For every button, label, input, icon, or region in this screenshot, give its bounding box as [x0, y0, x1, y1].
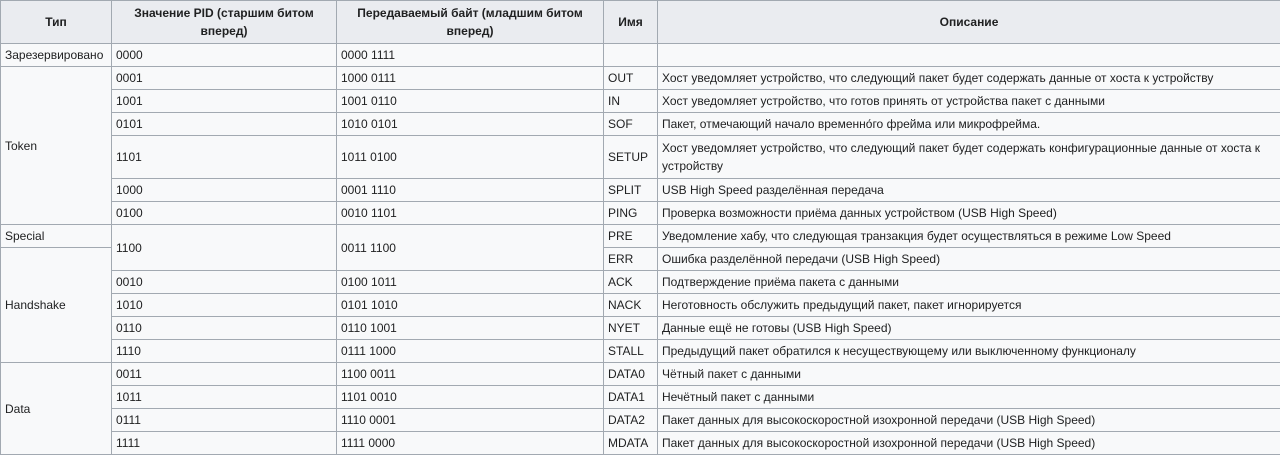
name-cell: SPLIT	[603, 178, 658, 202]
table-row: 1001 1001 0110 IN Хост уведомляет устрой…	[1, 89, 1280, 113]
name-cell: PING	[603, 201, 658, 225]
desc-cell: Нечётный пакет с данными	[657, 385, 1280, 409]
table-row: 1111 1111 0000 MDATA Пакет данных для вы…	[1, 431, 1280, 455]
pid-cell: 0000	[111, 43, 337, 67]
group-token: Token	[0, 66, 112, 225]
table-row: 1110 0111 1000 STALL Предыдущий пакет об…	[1, 339, 1280, 363]
name-cell: SETUP	[603, 135, 658, 179]
table-row: 1011 1101 0010 DATA1 Нечётный пакет с да…	[1, 385, 1280, 409]
table-row: Token 0001 1000 0111 OUT Хост уведомляет…	[0, 66, 1280, 225]
table-row: 1101 1011 0100 SETUP Хост уведомляет уст…	[1, 135, 1280, 179]
pid-cell: 0001	[111, 66, 337, 90]
table-row: Data 0011 1100 0011 DATA0 Чётный пакет с…	[0, 362, 1280, 455]
byte-cell: 0011 1100	[336, 224, 604, 271]
pid-cell: 0010	[111, 270, 337, 294]
pid-cell: 0100	[111, 201, 337, 225]
byte-cell: 0111 1000	[336, 339, 604, 363]
desc-cell: Ошибка разделённой передачи (USB High Sp…	[657, 247, 1280, 271]
pid-cell: 0101	[111, 112, 337, 136]
header-pid: Значение PID (старшим битом вперед)	[111, 0, 337, 44]
pid-table: Тип Значение PID (старшим битом вперед) …	[0, 0, 1280, 455]
table-row: 1000 0001 1110 SPLIT USB High Speed разд…	[1, 178, 1280, 202]
name-cell: NYET	[603, 316, 658, 340]
table-row: 0111 1110 0001 DATA2 Пакет данных для вы…	[1, 408, 1280, 432]
group-special: Special	[0, 224, 112, 248]
pid-cell: 1001	[111, 89, 337, 113]
pid-cell: 1111	[111, 431, 337, 455]
table-row: Special 1100 0011 1100 PRE Уведомление х…	[0, 224, 1280, 271]
desc-cell: Предыдущий пакет обратился к несуществую…	[657, 339, 1280, 363]
name-cell: DATA1	[603, 385, 658, 409]
name-cell: DATA2	[603, 408, 658, 432]
byte-cell: 0110 1001	[336, 316, 604, 340]
desc-cell: Пакет данных для высокоскоростной изохро…	[657, 408, 1280, 432]
byte-cell: 1011 0100	[336, 135, 604, 179]
desc-cell: Данные ещё не готовы (USB High Speed)	[657, 316, 1280, 340]
pid-cell: 1101	[111, 135, 337, 179]
pid-cell: 0111	[111, 408, 337, 432]
group-data: Data	[0, 362, 112, 455]
pid-cell: 1010	[111, 293, 337, 317]
name-cell: IN	[603, 89, 658, 113]
byte-cell: 1000 0111	[336, 66, 604, 90]
table-row: 0010 0100 1011 ACK Подтверждение приёма …	[1, 270, 1280, 294]
pid-cell: 0011	[111, 362, 337, 386]
name-cell: MDATA	[603, 431, 658, 455]
desc-cell: Неготовность обслужить предыдущий пакет,…	[657, 293, 1280, 317]
name-cell: DATA0	[603, 362, 658, 386]
name-cell: SOF	[603, 112, 658, 136]
desc-cell	[657, 43, 1280, 67]
header-row: Тип Значение PID (старшим битом вперед) …	[0, 0, 1280, 44]
pid-cell: 1011	[111, 385, 337, 409]
byte-cell: 0100 1011	[336, 270, 604, 294]
pid-cell: 1000	[111, 178, 337, 202]
name-cell: ERR	[603, 247, 658, 271]
name-cell: PRE	[603, 224, 658, 248]
pid-cell: 1110	[111, 339, 337, 363]
byte-cell: 1110 0001	[336, 408, 604, 432]
desc-cell: Подтверждение приёма пакета с данными	[657, 270, 1280, 294]
header-desc: Описание	[657, 0, 1280, 44]
desc-cell: Уведомление хабу, что следующая транзакц…	[657, 224, 1280, 248]
byte-cell: 1100 0011	[336, 362, 604, 386]
desc-cell: Пакет, отмечающий начало временно́го фре…	[657, 112, 1280, 136]
header-name: Имя	[603, 0, 658, 44]
name-cell: NACK	[603, 293, 658, 317]
table-row: 0100 0010 1101 PING Проверка возможности…	[1, 201, 1280, 225]
header-byte: Передаваемый байт (младшим битом вперед)	[336, 0, 604, 44]
desc-cell: USB High Speed разделённая передача	[657, 178, 1280, 202]
desc-cell: Чётный пакет с данными	[657, 362, 1280, 386]
byte-cell: 0101 1010	[336, 293, 604, 317]
byte-cell: 1010 0101	[336, 112, 604, 136]
desc-cell: Хост уведомляет устройство, что следующи…	[657, 66, 1280, 90]
byte-cell: 0010 1101	[336, 201, 604, 225]
byte-cell: 1001 0110	[336, 89, 604, 113]
name-cell: ACK	[603, 270, 658, 294]
byte-cell: 0001 1110	[336, 178, 604, 202]
table-row: 0101 1010 0101 SOF Пакет, отмечающий нач…	[1, 112, 1280, 136]
name-cell: STALL	[603, 339, 658, 363]
pid-cell: 0110	[111, 316, 337, 340]
desc-cell: Хост уведомляет устройство, что следующи…	[657, 135, 1280, 179]
byte-cell: 1111 0000	[336, 431, 604, 455]
pid-cell: 1100	[111, 224, 337, 271]
desc-cell: Проверка возможности приёма данных устро…	[657, 201, 1280, 225]
group-handshake: Handshake	[0, 247, 112, 363]
table-row: 1010 0101 1010 NACK Неготовность обслужи…	[1, 293, 1280, 317]
byte-cell: 1101 0010	[336, 385, 604, 409]
table-row: 0110 0110 1001 NYET Данные ещё не готовы…	[1, 316, 1280, 340]
desc-cell: Хост уведомляет устройство, что готов пр…	[657, 89, 1280, 113]
desc-cell: Пакет данных для высокоскоростной изохро…	[657, 431, 1280, 455]
name-cell: OUT	[603, 66, 658, 90]
byte-cell: 0000 1111	[336, 43, 604, 67]
group-reserved: Зарезервировано	[0, 43, 112, 67]
header-type: Тип	[0, 0, 112, 44]
name-cell	[603, 43, 658, 67]
table-row: Зарезервировано 0000 0000 1111	[0, 43, 1280, 67]
